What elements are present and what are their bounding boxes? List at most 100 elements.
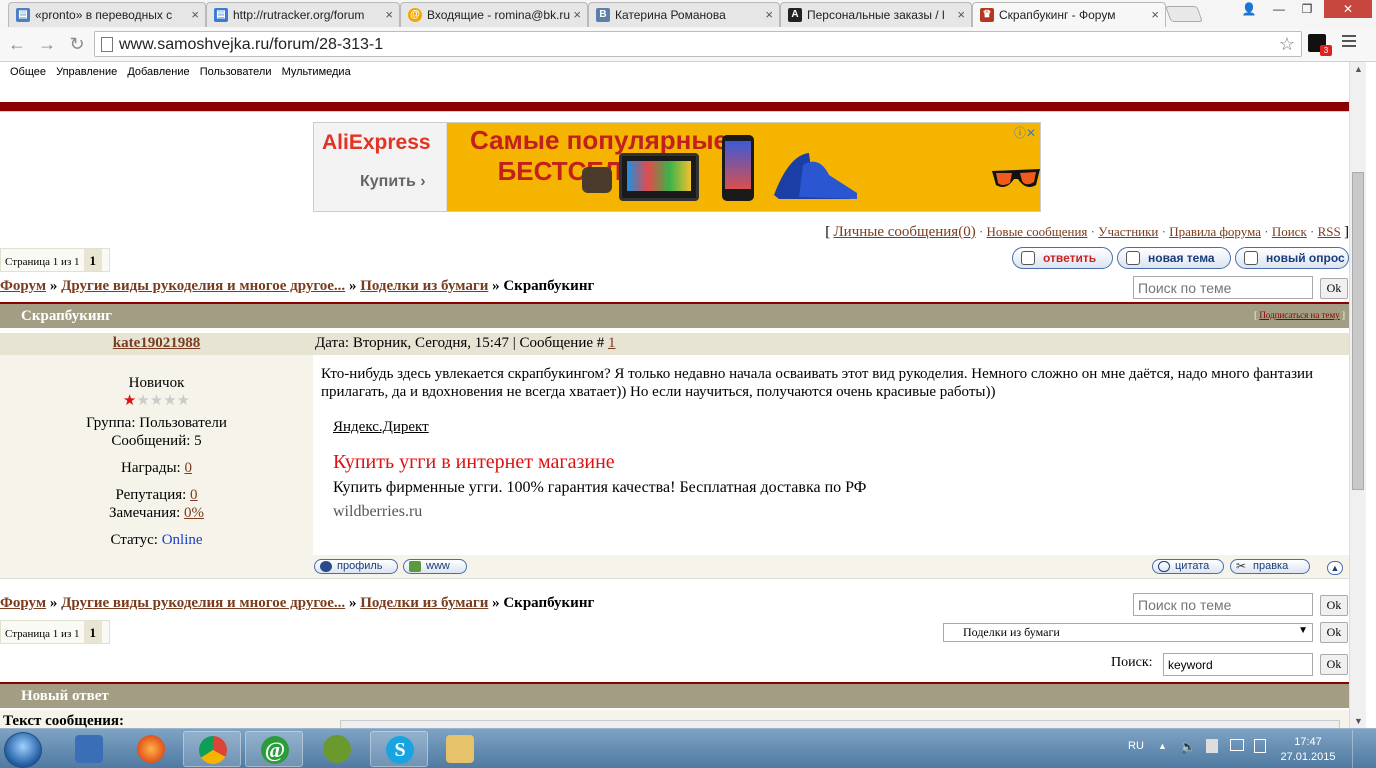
breadcrumb-category[interactable]: Другие виды рукоделия и многое другое...: [61, 595, 345, 611]
breadcrumb-subforum[interactable]: Поделки из бумаги: [360, 278, 488, 294]
forum-jump-ok-button[interactable]: Ok: [1320, 622, 1348, 643]
ad-info-icon[interactable]: ⓘ✕: [1014, 124, 1036, 141]
browser-tab[interactable]: ▤ «pronto» в переводных с ×: [8, 2, 206, 27]
direct-ad-text: Купить фирменные угги. 100% гарантия кач…: [333, 479, 867, 496]
browser-tab[interactable]: @ Входящие - romina@bk.ru ×: [400, 2, 588, 27]
admin-menu-manage[interactable]: Управление: [56, 66, 117, 78]
forum-jump-select[interactable]: Поделки из бумаги ▼: [943, 623, 1313, 642]
forum-search-input[interactable]: [1163, 653, 1313, 676]
yandex-direct-label[interactable]: Яндекс.Директ: [333, 419, 429, 436]
breadcrumb-forum[interactable]: Форум: [0, 595, 46, 611]
private-messages-link[interactable]: Личные сообщения(0): [834, 224, 976, 240]
topic-search-ok-button[interactable]: Ok: [1320, 278, 1348, 299]
close-window-button[interactable]: ✕: [1324, 0, 1372, 18]
breadcrumb-subforum[interactable]: Поделки из бумаги: [360, 595, 488, 611]
profile-button[interactable]: профиль: [314, 559, 398, 574]
forum-rules-link[interactable]: Правила форума: [1169, 224, 1261, 239]
awards-link[interactable]: 0: [184, 460, 192, 476]
show-desktop-button[interactable]: [1352, 730, 1374, 768]
browser-tab-active[interactable]: ♛ Скрапбукинг - Форум ×: [972, 2, 1166, 27]
minimize-button[interactable]: —: [1266, 0, 1292, 18]
windows-start-button[interactable]: [4, 732, 42, 768]
page-scrollbar[interactable]: ▲ ▼: [1349, 62, 1366, 728]
page-1-link[interactable]: 1: [83, 621, 103, 643]
menu-icon[interactable]: [1342, 35, 1356, 50]
direct-ad-domain[interactable]: wildberries.ru: [333, 503, 422, 521]
forum-search-ok-button[interactable]: Ok: [1320, 654, 1348, 675]
header-divider: [0, 102, 1349, 112]
language-indicator[interactable]: RU: [1128, 740, 1144, 752]
admin-menu-general[interactable]: Общее: [10, 66, 46, 78]
post-number-link[interactable]: 1: [608, 335, 616, 351]
quote-button[interactable]: цитата: [1152, 559, 1224, 574]
topic-search-ok-button-bottom[interactable]: Ok: [1320, 595, 1348, 616]
tab-close-icon[interactable]: ×: [1151, 7, 1159, 22]
bookmark-star-icon[interactable]: ☆: [1279, 34, 1295, 55]
post-author[interactable]: kate19021988: [113, 335, 201, 351]
reputation-link[interactable]: 0: [190, 487, 198, 503]
new-tab-button[interactable]: [1165, 6, 1203, 22]
reply-button[interactable]: ответить: [1012, 247, 1113, 269]
user-rank: Новичок: [128, 375, 185, 391]
tab-close-icon[interactable]: ×: [765, 7, 773, 22]
new-topic-button[interactable]: новая тема: [1117, 247, 1231, 269]
tray-expand-icon[interactable]: ▲: [1158, 741, 1167, 751]
pagination-bottom: Страница 1 из 11: [0, 620, 110, 644]
taskbar-contacts[interactable]: [308, 731, 366, 767]
ad-buy-link[interactable]: Купить ›: [360, 173, 426, 191]
tab-close-icon[interactable]: ×: [385, 7, 393, 22]
taskbar-paint[interactable]: [431, 731, 489, 767]
flag-icon[interactable]: [1206, 739, 1218, 753]
members-link[interactable]: Участники: [1098, 224, 1158, 239]
reload-icon[interactable]: ↻: [66, 33, 88, 55]
taskbar-media-player[interactable]: [60, 731, 118, 767]
editor-toolbar[interactable]: [340, 720, 1340, 728]
direct-ad-title[interactable]: Купить угги в интернет магазине: [333, 451, 615, 474]
ad-banner[interactable]: AliExpress Купить › Самые популярные БЕС…: [313, 122, 1041, 212]
user-status: Статус: Online: [110, 532, 203, 548]
tab-close-icon[interactable]: ×: [573, 7, 581, 22]
tab-close-icon[interactable]: ×: [957, 7, 965, 22]
topic-search-input[interactable]: [1133, 276, 1313, 299]
edit-button[interactable]: ✂ правка: [1230, 559, 1310, 574]
pagination-top: Страница 1 из 11: [0, 248, 110, 272]
admin-menu-users[interactable]: Пользователи: [200, 66, 272, 78]
rank-stars: ★★★★★: [0, 391, 313, 410]
browser-tab[interactable]: B Катерина Романова ×: [588, 2, 780, 27]
scroll-to-top-icon[interactable]: ▲: [1327, 561, 1343, 575]
network-icon[interactable]: [1230, 739, 1244, 751]
user-profile-icon[interactable]: 👤: [1236, 0, 1262, 18]
forward-arrow-icon[interactable]: →: [36, 33, 58, 55]
breadcrumb-category[interactable]: Другие виды рукоделия и многое другое...: [61, 278, 345, 294]
subscribe-link[interactable]: Подписаться на тему: [1259, 310, 1339, 320]
search-link[interactable]: Поиск: [1272, 224, 1307, 239]
clock[interactable]: 17:47 27.01.2015: [1278, 735, 1338, 765]
tab-close-icon[interactable]: ×: [191, 7, 199, 22]
taskbar-chrome[interactable]: [183, 731, 241, 767]
back-arrow-icon[interactable]: ←: [6, 33, 28, 55]
scroll-down-icon[interactable]: ▼: [1354, 716, 1363, 726]
user-reputation: Репутация: 0: [115, 487, 198, 503]
new-topic-icon: [1126, 251, 1140, 265]
scrollbar-thumb[interactable]: [1352, 172, 1364, 490]
address-bar[interactable]: www.samoshvejka.ru/forum/28-313-1 ☆: [94, 31, 1302, 57]
topic-search-input-bottom[interactable]: [1133, 593, 1313, 616]
new-messages-link[interactable]: Новые сообщения: [987, 224, 1088, 239]
admin-menu-add[interactable]: Добавление: [127, 66, 189, 78]
www-button[interactable]: www: [403, 559, 467, 574]
taskbar-skype[interactable]: S: [370, 731, 428, 767]
browser-tab[interactable]: ▤ http://rutracker.org/forum ×: [206, 2, 400, 27]
browser-tab[interactable]: A Персональные заказы / l ×: [780, 2, 972, 27]
power-icon[interactable]: [1254, 739, 1266, 753]
breadcrumb-forum[interactable]: Форум: [0, 278, 46, 294]
taskbar-mail-agent[interactable]: @: [245, 731, 303, 767]
admin-menu-media[interactable]: Мультимедиа: [282, 66, 351, 78]
new-poll-button[interactable]: новый опрос: [1235, 247, 1349, 269]
rss-link[interactable]: RSS: [1318, 224, 1341, 239]
restore-button[interactable]: ❐: [1294, 0, 1320, 18]
taskbar-firefox[interactable]: [122, 731, 180, 767]
warnings-link[interactable]: 0%: [184, 505, 204, 521]
page-1-link[interactable]: 1: [83, 249, 103, 271]
volume-icon[interactable]: 🔈: [1180, 739, 1196, 755]
scroll-up-icon[interactable]: ▲: [1354, 64, 1363, 74]
